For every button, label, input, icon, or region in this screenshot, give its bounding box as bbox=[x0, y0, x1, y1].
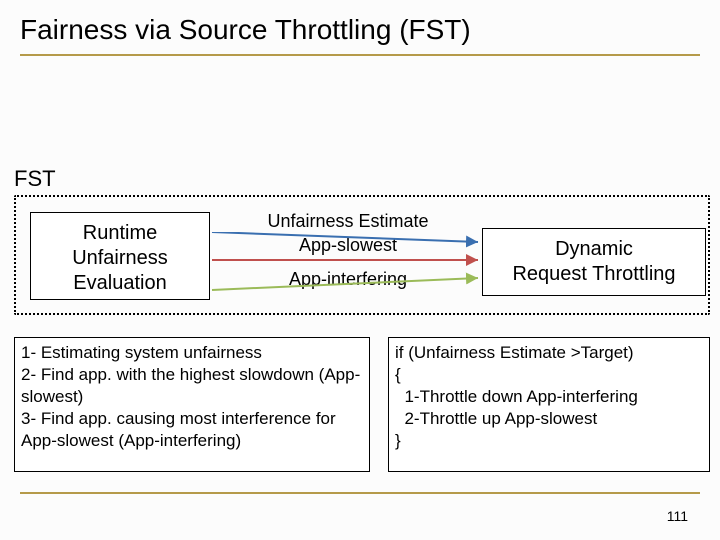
arrow-unfairness-estimate bbox=[212, 232, 478, 242]
dynamic-throttling-box: Dynamic Request Throttling bbox=[482, 228, 706, 296]
evaluation-steps-box: 1- Estimating system unfairness 2- Find … bbox=[14, 337, 370, 472]
throttling-logic-box: if (Unfairness Estimate >Target) { 1-Thr… bbox=[388, 337, 710, 472]
mid-label-1: Unfairness Estimate bbox=[232, 210, 464, 233]
slide-title: Fairness via Source Throttling (FST) bbox=[0, 0, 720, 54]
dynamic-line1: Dynamic bbox=[483, 237, 705, 262]
runtime-line1: Runtime bbox=[31, 221, 209, 246]
runtime-line3: Evaluation bbox=[31, 271, 209, 296]
runtime-evaluation-box: Runtime Unfairness Evaluation bbox=[30, 212, 210, 300]
dynamic-line2: Request Throttling bbox=[483, 262, 705, 287]
bottom-rule bbox=[20, 492, 700, 494]
title-rule bbox=[20, 54, 700, 56]
arrows bbox=[210, 232, 484, 302]
fst-label: FST bbox=[14, 166, 56, 192]
page-number: 111 bbox=[667, 508, 688, 524]
arrow-app-interfering bbox=[212, 278, 478, 290]
runtime-line2: Unfairness bbox=[31, 246, 209, 271]
